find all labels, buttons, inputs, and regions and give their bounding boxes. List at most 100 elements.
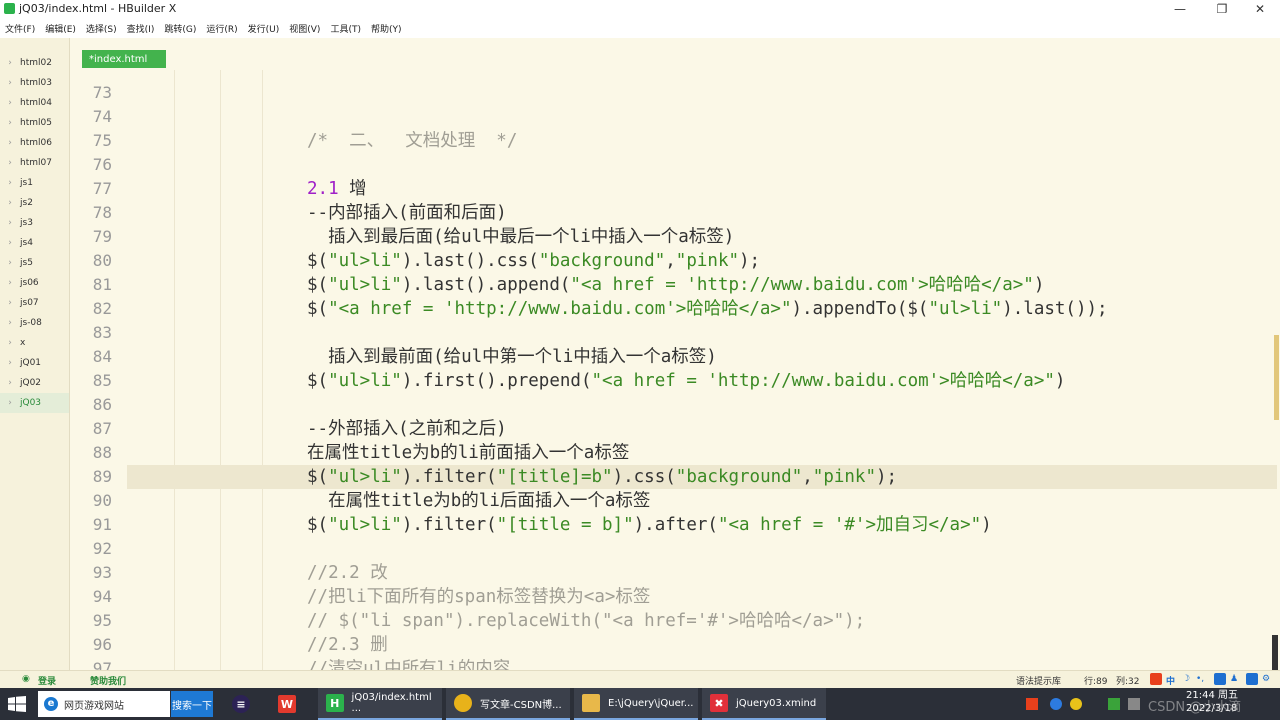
ime-moon-icon[interactable]: ☽	[1182, 674, 1190, 684]
code-line[interactable]: 插入到最前面(给ul中第一个li中插入一个a标签)	[307, 345, 717, 369]
code-line[interactable]: 在属性title为b的li后面插入一个a标签	[307, 489, 650, 513]
tree-item-label: html02	[20, 58, 52, 68]
menu-run[interactable]: 运行(R)	[201, 22, 242, 35]
xmind-icon: ✖	[710, 694, 728, 712]
code-line[interactable]: $("ul>li").filter("[title = b]").after("…	[307, 513, 992, 537]
tree-item-label: html07	[20, 158, 52, 168]
eclipse-app[interactable]: ≡	[224, 688, 262, 720]
tree-item-label: jQ02	[20, 378, 42, 388]
taskbar-app-explorer[interactable]: E:\jQuery\jQuer...	[574, 688, 698, 720]
code-line[interactable]: 插入到最后面(给ul中最后一个li中插入一个a标签)	[307, 225, 734, 249]
ime-punct-icon[interactable]: •,	[1196, 674, 1204, 684]
code-line[interactable]: --内部插入(前面和后面)	[307, 201, 507, 225]
tree-item-js07[interactable]: › js07	[0, 293, 69, 313]
ime-settings-icon[interactable]: ⚙	[1262, 674, 1270, 684]
tree-item-html02[interactable]: › html02	[0, 53, 69, 73]
code-token-plain: ).last());	[1002, 299, 1108, 319]
close-button[interactable]: ✕	[1240, 0, 1280, 18]
tray-security-icon[interactable]	[1108, 698, 1120, 710]
taskbar-app-hbuilder[interactable]: H jQ03/index.html ...	[318, 688, 442, 720]
line-number: 96	[92, 635, 112, 654]
menu-find[interactable]: 查找(I)	[122, 22, 160, 35]
tree-item-js3[interactable]: › js3	[0, 213, 69, 233]
code-line[interactable]: $("ul>li").last().css("background","pink…	[307, 249, 760, 273]
code-line[interactable]: $("ul>li").filter("[title]=b").css("back…	[307, 465, 897, 489]
code-token-str: "<a href = 'http://www.baidu.com'>哈哈哈</a…	[591, 371, 1055, 391]
menu-tools[interactable]: 工具(T)	[325, 22, 366, 35]
tree-item-js2[interactable]: › js2	[0, 193, 69, 213]
code-line[interactable]: $("ul>li").first().prepend("<a href = 'h…	[307, 369, 1065, 393]
tree-item-html03[interactable]: › html03	[0, 73, 69, 93]
tray-network-icon[interactable]	[1128, 698, 1140, 710]
login-link[interactable]: 登录	[38, 674, 56, 687]
tree-item-js06[interactable]: › js06	[0, 273, 69, 293]
code-token-plain: $(	[307, 515, 329, 535]
ime-tools-icon[interactable]	[1246, 673, 1258, 685]
tree-item-js5[interactable]: › js5	[0, 253, 69, 273]
syntax-hint-library[interactable]: 语法提示库	[1016, 674, 1061, 687]
maximize-button[interactable]: ❐	[1202, 0, 1242, 18]
tree-item-label: js2	[20, 198, 33, 208]
ime-skin-icon[interactable]: ♟	[1230, 674, 1238, 684]
menu-help[interactable]: 帮助(Y)	[366, 22, 407, 35]
tree-item-jq01[interactable]: › jQ01	[0, 353, 69, 373]
code-token-plain: ,	[802, 467, 813, 487]
tree-item-html07[interactable]: › html07	[0, 153, 69, 173]
code-line[interactable]: /* 二、 文档处理 */	[307, 129, 517, 153]
menu-edit[interactable]: 编辑(E)	[40, 22, 81, 35]
tray-app-icon[interactable]	[1070, 698, 1082, 710]
tree-item-label: html03	[20, 78, 52, 88]
tree-item-jq03[interactable]: › jQ03	[0, 393, 69, 413]
wps-app[interactable]: W	[270, 688, 310, 720]
tree-item-html04[interactable]: › html04	[0, 93, 69, 113]
sponsor-link[interactable]: 赞助我们	[90, 674, 126, 687]
line-number: 89	[92, 467, 112, 486]
taskbar-app-chrome[interactable]: 写文章-CSDN博...	[446, 688, 570, 720]
tree-item-js1[interactable]: › js1	[0, 173, 69, 193]
tree-item-html05[interactable]: › html05	[0, 113, 69, 133]
code-line[interactable]: //2.3 删	[307, 633, 388, 657]
search-button[interactable]: 搜索一下	[171, 691, 213, 717]
minimize-button[interactable]: —	[1160, 0, 1200, 18]
code-line[interactable]: --外部插入(之前和之后)	[307, 417, 507, 441]
tree-item-x[interactable]: › x	[0, 333, 69, 353]
line-number: 84	[92, 347, 112, 366]
taskbar-app-xmind[interactable]: ✖ jQuery03.xmind	[702, 688, 826, 720]
tree-item-label: html06	[20, 138, 52, 148]
tree-item-html06[interactable]: › html06	[0, 133, 69, 153]
code-line[interactable]: //2.2 改	[307, 561, 388, 585]
menu-goto[interactable]: 跳转(G)	[159, 22, 201, 35]
windows-start-icon[interactable]	[8, 696, 26, 712]
code-token-num: 2.1	[307, 179, 339, 199]
keyboard-icon[interactable]	[1214, 673, 1226, 685]
tree-item-js-08[interactable]: › js-08	[0, 313, 69, 333]
code-line[interactable]: 2.1 增	[307, 177, 367, 201]
code-line[interactable]: //清空ul中所有li的内容	[307, 657, 510, 670]
menu-select[interactable]: 选择(S)	[81, 22, 122, 35]
taskbar-search-input[interactable]: e 网页游戏网站	[38, 691, 170, 717]
code-line[interactable]: $("<a href = 'http://www.baidu.com'>哈哈哈<…	[307, 297, 1108, 321]
code-line[interactable]: $("ul>li").last().append("<a href = 'htt…	[307, 273, 1044, 297]
tray-k-icon[interactable]	[1050, 698, 1062, 710]
menu-view[interactable]: 视图(V)	[284, 22, 325, 35]
code-line[interactable]: // $("li span").replaceWith("<a href='#'…	[307, 609, 865, 633]
tree-item-label: js4	[20, 238, 33, 248]
code-line[interactable]: 在属性title为b的li前面插入一个a标签	[307, 441, 629, 465]
tree-item-js4[interactable]: › js4	[0, 233, 69, 253]
tree-item-label: jQ03	[20, 398, 42, 408]
tray-sogou-icon[interactable]	[1026, 698, 1038, 710]
editor-tab-bar: *index.html	[70, 38, 1280, 70]
code-editor[interactable]: 73 74 75 /* 二、 文档处理 */ 76 77 2.1 增 78 --内部插入(前面和…	[70, 70, 1280, 670]
menu-publish[interactable]: 发行(U)	[243, 22, 285, 35]
tab-index-html[interactable]: *index.html	[82, 50, 166, 68]
indent-guide	[220, 70, 221, 670]
tree-item-label: js5	[20, 258, 33, 268]
chevron-right-icon: ›	[8, 278, 12, 288]
code-token-comment: //清空ul中所有li的内容	[307, 659, 511, 670]
sogou-ime-icon[interactable]	[1150, 673, 1162, 685]
code-line[interactable]: //把li下面所有的span标签替换为<a>标签	[307, 585, 650, 609]
ime-chinese-icon[interactable]: 中	[1166, 674, 1175, 687]
scrollbar-thumb[interactable]	[1274, 335, 1279, 420]
tree-item-jq02[interactable]: › jQ02	[0, 373, 69, 393]
menu-file[interactable]: 文件(F)	[0, 22, 40, 35]
